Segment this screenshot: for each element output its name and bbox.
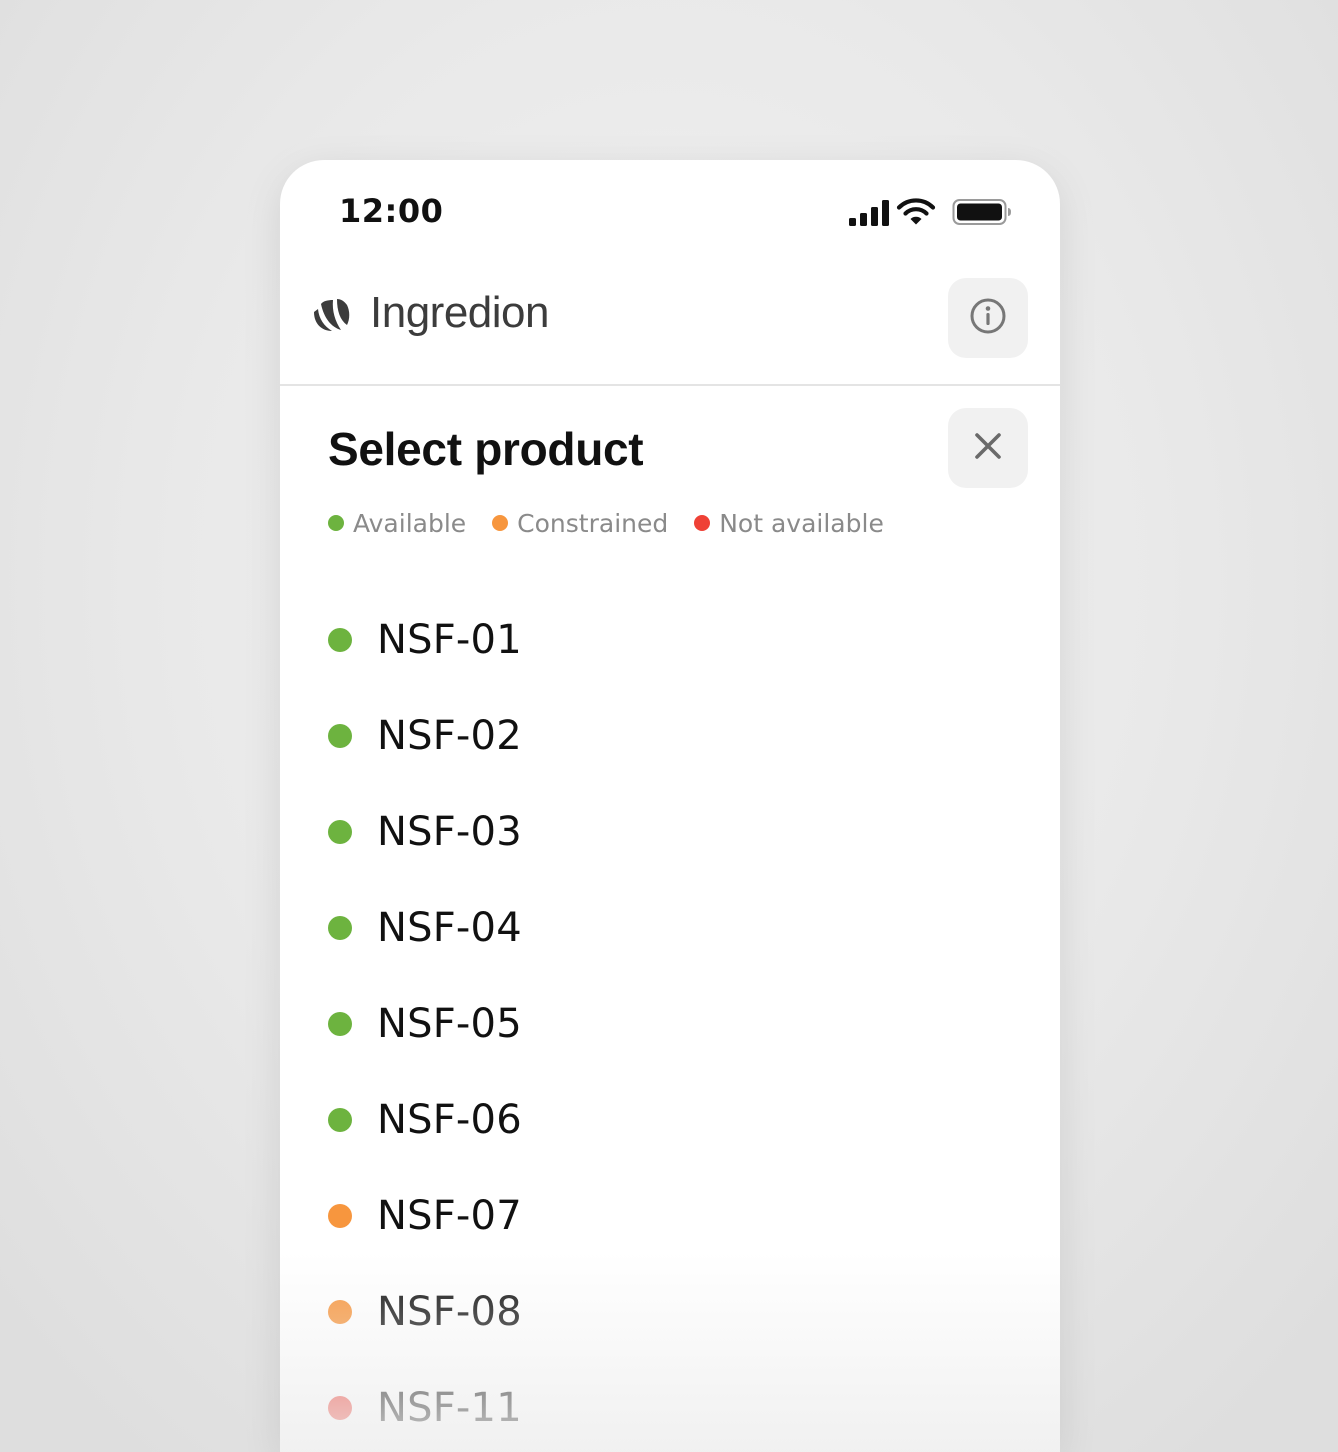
- ingredion-logo-icon: [311, 294, 351, 334]
- status-time: 12:00: [339, 192, 444, 230]
- product-item[interactable]: NSF-07: [328, 1168, 1028, 1264]
- phone-screen: 12:00 Ingredion Select product Available…: [280, 160, 1060, 1452]
- sheet-title: Select product: [328, 423, 644, 475]
- legend-label: Constrained: [517, 508, 669, 538]
- legend-dot-available: [328, 515, 344, 531]
- status-dot: [328, 1204, 352, 1228]
- product-name: NSF-07: [377, 1193, 522, 1239]
- brand-wordmark: Ingredion: [370, 288, 549, 337]
- status-dot: [328, 628, 352, 652]
- legend-item-available: Available: [328, 509, 466, 538]
- product-name: NSF-08: [377, 1289, 522, 1335]
- status-dot: [328, 916, 352, 940]
- status-dot: [328, 1012, 352, 1036]
- app-header: Ingredion: [280, 264, 1060, 386]
- product-name: NSF-01: [377, 617, 522, 663]
- status-dot: [328, 1108, 352, 1132]
- status-dot: [328, 724, 352, 748]
- product-item[interactable]: NSF-01: [328, 592, 1028, 688]
- product-name: NSF-05: [377, 1001, 522, 1047]
- status-legend: Available Constrained Not available: [328, 506, 910, 540]
- product-name: NSF-11: [377, 1385, 522, 1431]
- legend-dot-not-available: [694, 515, 711, 531]
- product-name: NSF-03: [377, 809, 522, 855]
- product-list: NSF-01 NSF-02 NSF-03 NSF-04 NSF-05 NSF-0…: [328, 592, 1028, 1452]
- info-button[interactable]: [948, 278, 1028, 358]
- cellular-signal-icon: [848, 197, 892, 227]
- product-item[interactable]: NSF-08: [328, 1264, 1028, 1360]
- product-item[interactable]: NSF-04: [328, 880, 1028, 976]
- status-dot: [328, 1300, 352, 1324]
- status-bar: 12:00: [280, 160, 1060, 264]
- product-item[interactable]: NSF-06: [328, 1072, 1028, 1168]
- product-item[interactable]: NSF-03: [328, 784, 1028, 880]
- product-item[interactable]: NSF-02: [328, 688, 1028, 784]
- legend-label: Available: [353, 508, 467, 538]
- info-icon: [968, 296, 1008, 341]
- product-name: NSF-04: [377, 905, 522, 951]
- product-item[interactable]: NSF-11: [328, 1360, 1028, 1452]
- legend-dot-constrained: [492, 515, 509, 531]
- status-dot: [328, 820, 352, 844]
- legend-label: Not available: [719, 508, 884, 538]
- close-button[interactable]: [948, 408, 1028, 488]
- product-name: NSF-06: [377, 1097, 522, 1143]
- battery-icon: [952, 197, 1012, 227]
- wifi-icon: [896, 197, 936, 227]
- legend-item-not-available: Not available: [694, 509, 884, 538]
- product-name: NSF-02: [377, 713, 522, 759]
- product-item[interactable]: NSF-05: [328, 976, 1028, 1072]
- close-icon: [972, 430, 1004, 467]
- legend-item-constrained: Constrained: [492, 509, 668, 538]
- status-dot: [328, 1396, 352, 1420]
